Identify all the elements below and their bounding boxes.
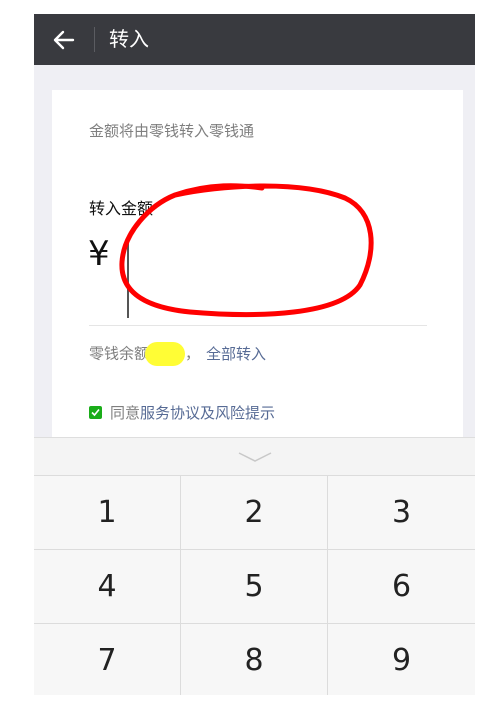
transfer-all-link[interactable]: 全部转入 xyxy=(206,345,266,363)
amount-input[interactable] xyxy=(128,230,418,314)
key-6[interactable]: 6 xyxy=(328,550,475,624)
screen: 转入 金额将由零钱转入零钱通 转入金额 ¥ 零钱余额 ， 全部转入 同意 服务协议及风… xyxy=(34,14,475,695)
key-8[interactable]: 8 xyxy=(181,624,328,695)
key-2[interactable]: 2 xyxy=(181,476,328,550)
text-cursor xyxy=(127,242,129,318)
service-agreement-link[interactable]: 服务协议及风险提示 xyxy=(140,402,275,423)
transfer-hint: 金额将由零钱转入零钱通 xyxy=(89,122,255,140)
key-grid: 1 2 3 4 5 6 7 8 9 xyxy=(34,475,475,695)
top-bar: 转入 xyxy=(34,14,475,65)
checkmark-icon xyxy=(91,408,100,417)
balance-highlight-mask xyxy=(145,342,186,366)
key-4[interactable]: 4 xyxy=(34,550,181,624)
input-divider xyxy=(89,325,427,326)
agree-checkbox[interactable] xyxy=(89,406,102,419)
key-9[interactable]: 9 xyxy=(328,624,475,695)
balance-row: 零钱余额 ， 全部转入 xyxy=(89,342,266,366)
key-1[interactable]: 1 xyxy=(34,476,181,550)
numeric-keyboard: 1 2 3 4 5 6 7 8 9 xyxy=(34,437,475,695)
amount-label: 转入金额 xyxy=(89,199,154,218)
balance-label: 零钱余额 xyxy=(89,344,150,363)
transfer-card: 金额将由零钱转入零钱通 转入金额 ¥ 零钱余额 ， 全部转入 同意 服务协议及风险提示 xyxy=(52,90,463,450)
keyboard-collapse-button[interactable] xyxy=(34,437,475,476)
back-button[interactable] xyxy=(48,25,80,55)
agreement-row: 同意 服务协议及风险提示 xyxy=(89,402,275,423)
header-divider xyxy=(94,27,95,52)
arrow-left-icon xyxy=(53,30,75,50)
page-title: 转入 xyxy=(109,27,149,51)
balance-separator: ， xyxy=(185,344,201,363)
currency-symbol: ¥ xyxy=(88,234,110,274)
agree-prefix: 同意 xyxy=(110,404,141,422)
chevron-down-icon xyxy=(238,452,271,462)
key-3[interactable]: 3 xyxy=(328,476,475,550)
key-5[interactable]: 5 xyxy=(181,550,328,624)
key-7[interactable]: 7 xyxy=(34,624,181,695)
